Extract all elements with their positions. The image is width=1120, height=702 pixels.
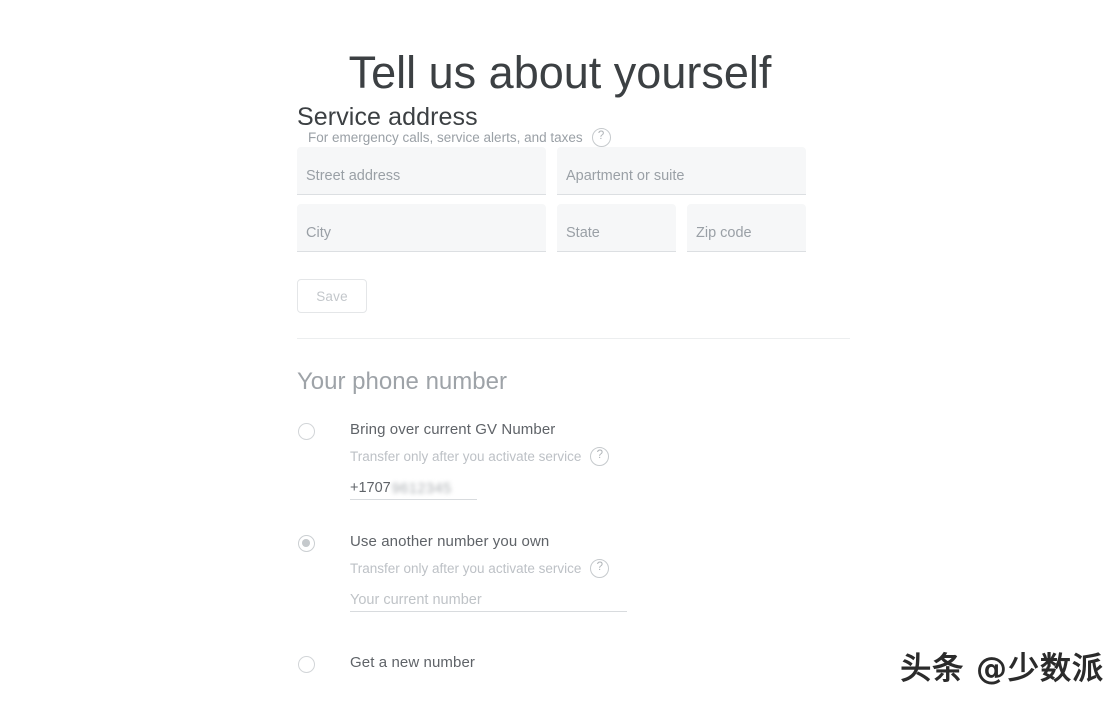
section-divider bbox=[297, 338, 850, 339]
phone-option-body: Use another number you own Transfer only… bbox=[350, 532, 850, 612]
phone-option-use-another-number[interactable]: Use another number you own Transfer only… bbox=[297, 532, 850, 612]
watermark: 头条 @少数派 bbox=[900, 651, 1104, 687]
street-address-input[interactable]: Street address bbox=[297, 147, 546, 195]
phone-option-label: Bring over current GV Number bbox=[350, 421, 556, 438]
zip-code-input[interactable]: Zip code bbox=[687, 204, 806, 252]
phone-option-label: Get a new number bbox=[350, 654, 475, 671]
radio-use-another-number[interactable] bbox=[298, 535, 315, 552]
page-title: Tell us about yourself bbox=[348, 47, 772, 99]
phone-option-label: Use another number you own bbox=[350, 533, 550, 550]
service-address-subtitle: For emergency calls, service alerts, and… bbox=[308, 129, 583, 145]
current-number-input[interactable]: Your current number bbox=[350, 587, 627, 612]
save-button[interactable]: Save bbox=[297, 279, 367, 313]
gv-number-input[interactable]: +1707 9612345 bbox=[350, 475, 477, 500]
gv-number-redacted: 9612345 bbox=[391, 481, 452, 497]
zip-code-placeholder: Zip code bbox=[696, 225, 752, 241]
state-placeholder: State bbox=[566, 225, 600, 241]
phone-option-body: Bring over current GV Number Transfer on… bbox=[350, 420, 850, 500]
apartment-input[interactable]: Apartment or suite bbox=[557, 147, 806, 195]
phone-option-get-new-number[interactable]: Get a new number bbox=[297, 653, 850, 673]
apartment-placeholder: Apartment or suite bbox=[566, 168, 685, 184]
phone-option-subtitle: Transfer only after you activate service bbox=[350, 448, 582, 464]
city-placeholder: City bbox=[306, 225, 331, 241]
phone-option-subtitle-row: Transfer only after you activate service… bbox=[350, 447, 850, 466]
service-address-subtitle-row: For emergency calls, service alerts, and… bbox=[308, 128, 611, 147]
city-input[interactable]: City bbox=[297, 204, 546, 252]
gv-number-value: +1707 bbox=[350, 480, 391, 496]
phone-option-subtitle: Transfer only after you activate service bbox=[350, 560, 582, 576]
help-circle-icon[interactable]: ? bbox=[591, 128, 611, 147]
phone-option-bring-over-gv[interactable]: Bring over current GV Number Transfer on… bbox=[297, 420, 850, 500]
phone-number-heading: Your phone number bbox=[297, 368, 507, 395]
help-circle-icon[interactable]: ? bbox=[590, 447, 610, 466]
phone-option-body: Get a new number bbox=[350, 653, 850, 673]
help-circle-icon[interactable]: ? bbox=[590, 559, 610, 578]
radio-bring-over-gv[interactable] bbox=[298, 423, 315, 440]
phone-option-subtitle-row: Transfer only after you activate service… bbox=[350, 559, 850, 578]
state-input[interactable]: State bbox=[557, 204, 676, 252]
radio-get-new-number[interactable] bbox=[298, 656, 315, 673]
street-address-placeholder: Street address bbox=[306, 168, 401, 184]
current-number-placeholder: Your current number bbox=[350, 592, 482, 608]
